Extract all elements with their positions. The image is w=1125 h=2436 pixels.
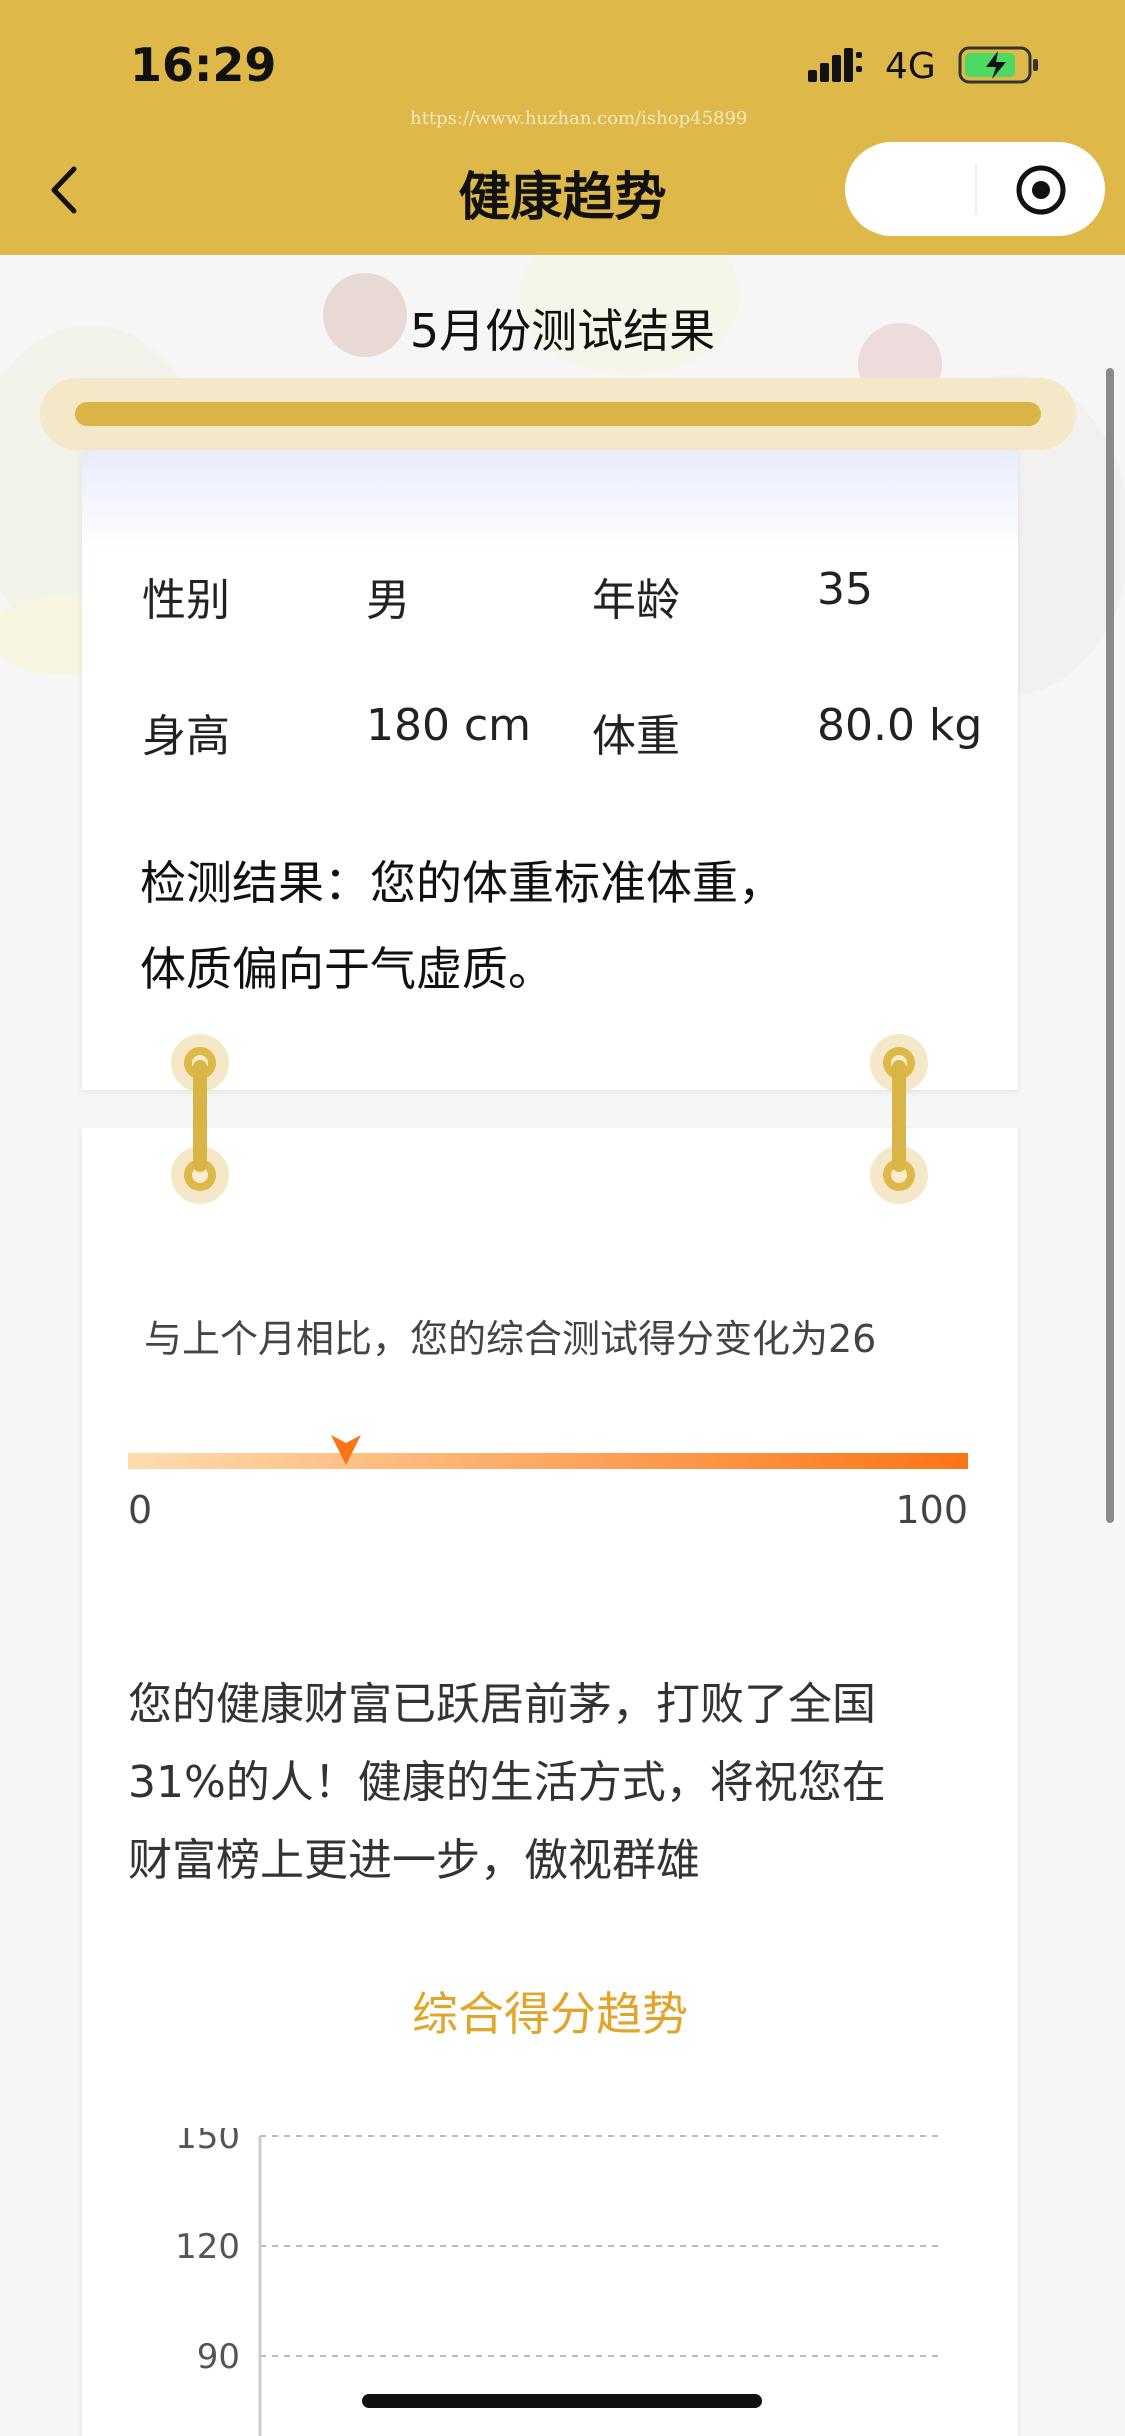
signal-icon — [808, 48, 862, 82]
gender-value: 男 — [366, 575, 410, 626]
description-line-2: 31%的人！健康的生活方式，将祝您在 — [128, 1757, 886, 1808]
compare-text: 与上个月相比，您的综合测试得分变化为26 — [144, 1317, 877, 1361]
age-label: 年龄 — [592, 575, 680, 626]
y-tick-label: 120 — [175, 2227, 240, 2267]
y-tick-label: 90 — [197, 2337, 240, 2377]
score-bar — [128, 1453, 968, 1469]
scroll-rod-bar — [75, 402, 1041, 426]
description-text: 您的健康财富已跃居前茅，打败了全国 31%的人！健康的生活方式，将祝您在 财富榜… — [128, 1666, 988, 1900]
ring-bar-left — [193, 1060, 207, 1172]
card-gradient — [82, 450, 1018, 550]
battery-charging-icon — [958, 46, 1038, 84]
ring-bar-right — [892, 1060, 906, 1172]
result-line-1: 检测结果：您的体重标准体重， — [140, 856, 784, 910]
height-value: 180 cm — [366, 700, 532, 751]
profile-card: 性别 男 年龄 35 身高 180 cm 体重 80.0 kg 检测结果：您的体… — [82, 450, 1018, 1090]
month-title: 5月份测试结果 — [409, 304, 716, 358]
trend-chart: 150 120 90 — [175, 2128, 940, 2436]
scale-min-label: 0 — [128, 1488, 153, 1532]
capsule-divider — [975, 164, 977, 214]
age-value: 35 — [817, 564, 873, 615]
score-card: 与上个月相比，您的综合测试得分变化为26 0 100 您的健康财富已跃居前茅，打… — [82, 1128, 1018, 2436]
chart-title: 综合得分趋势 — [412, 1987, 688, 2041]
result-text: 检测结果：您的体重标准体重， 体质偏向于气虚质。 — [140, 840, 980, 1012]
target-icon[interactable] — [1013, 162, 1069, 218]
mini-program-capsule[interactable] — [845, 142, 1105, 236]
score-marker-icon — [331, 1435, 362, 1465]
description-line-1: 您的健康财富已跃居前茅，打败了全国 — [128, 1679, 876, 1730]
height-label: 身高 — [142, 711, 230, 762]
scale-max-label: 100 — [895, 1488, 968, 1532]
header: 16:29 4G https://www.huzhan.com/ishop458… — [0, 0, 1125, 255]
weight-value: 80.0 kg — [817, 700, 983, 751]
y-tick-label: 150 — [175, 2128, 240, 2157]
watermark-text: https://www.huzhan.com/ishop45899 — [410, 108, 748, 129]
home-indicator[interactable] — [362, 2394, 762, 2408]
scroll-rod — [40, 378, 1076, 450]
result-line-2: 体质偏向于气虚质。 — [140, 942, 554, 996]
weight-label: 体重 — [592, 711, 680, 762]
network-label: 4G — [885, 46, 936, 87]
gender-label: 性别 — [142, 575, 230, 626]
status-time: 16:29 — [130, 38, 277, 92]
description-line-3: 财富榜上更进一步，傲视群雄 — [128, 1835, 700, 1886]
scrollbar[interactable] — [1106, 368, 1114, 1523]
